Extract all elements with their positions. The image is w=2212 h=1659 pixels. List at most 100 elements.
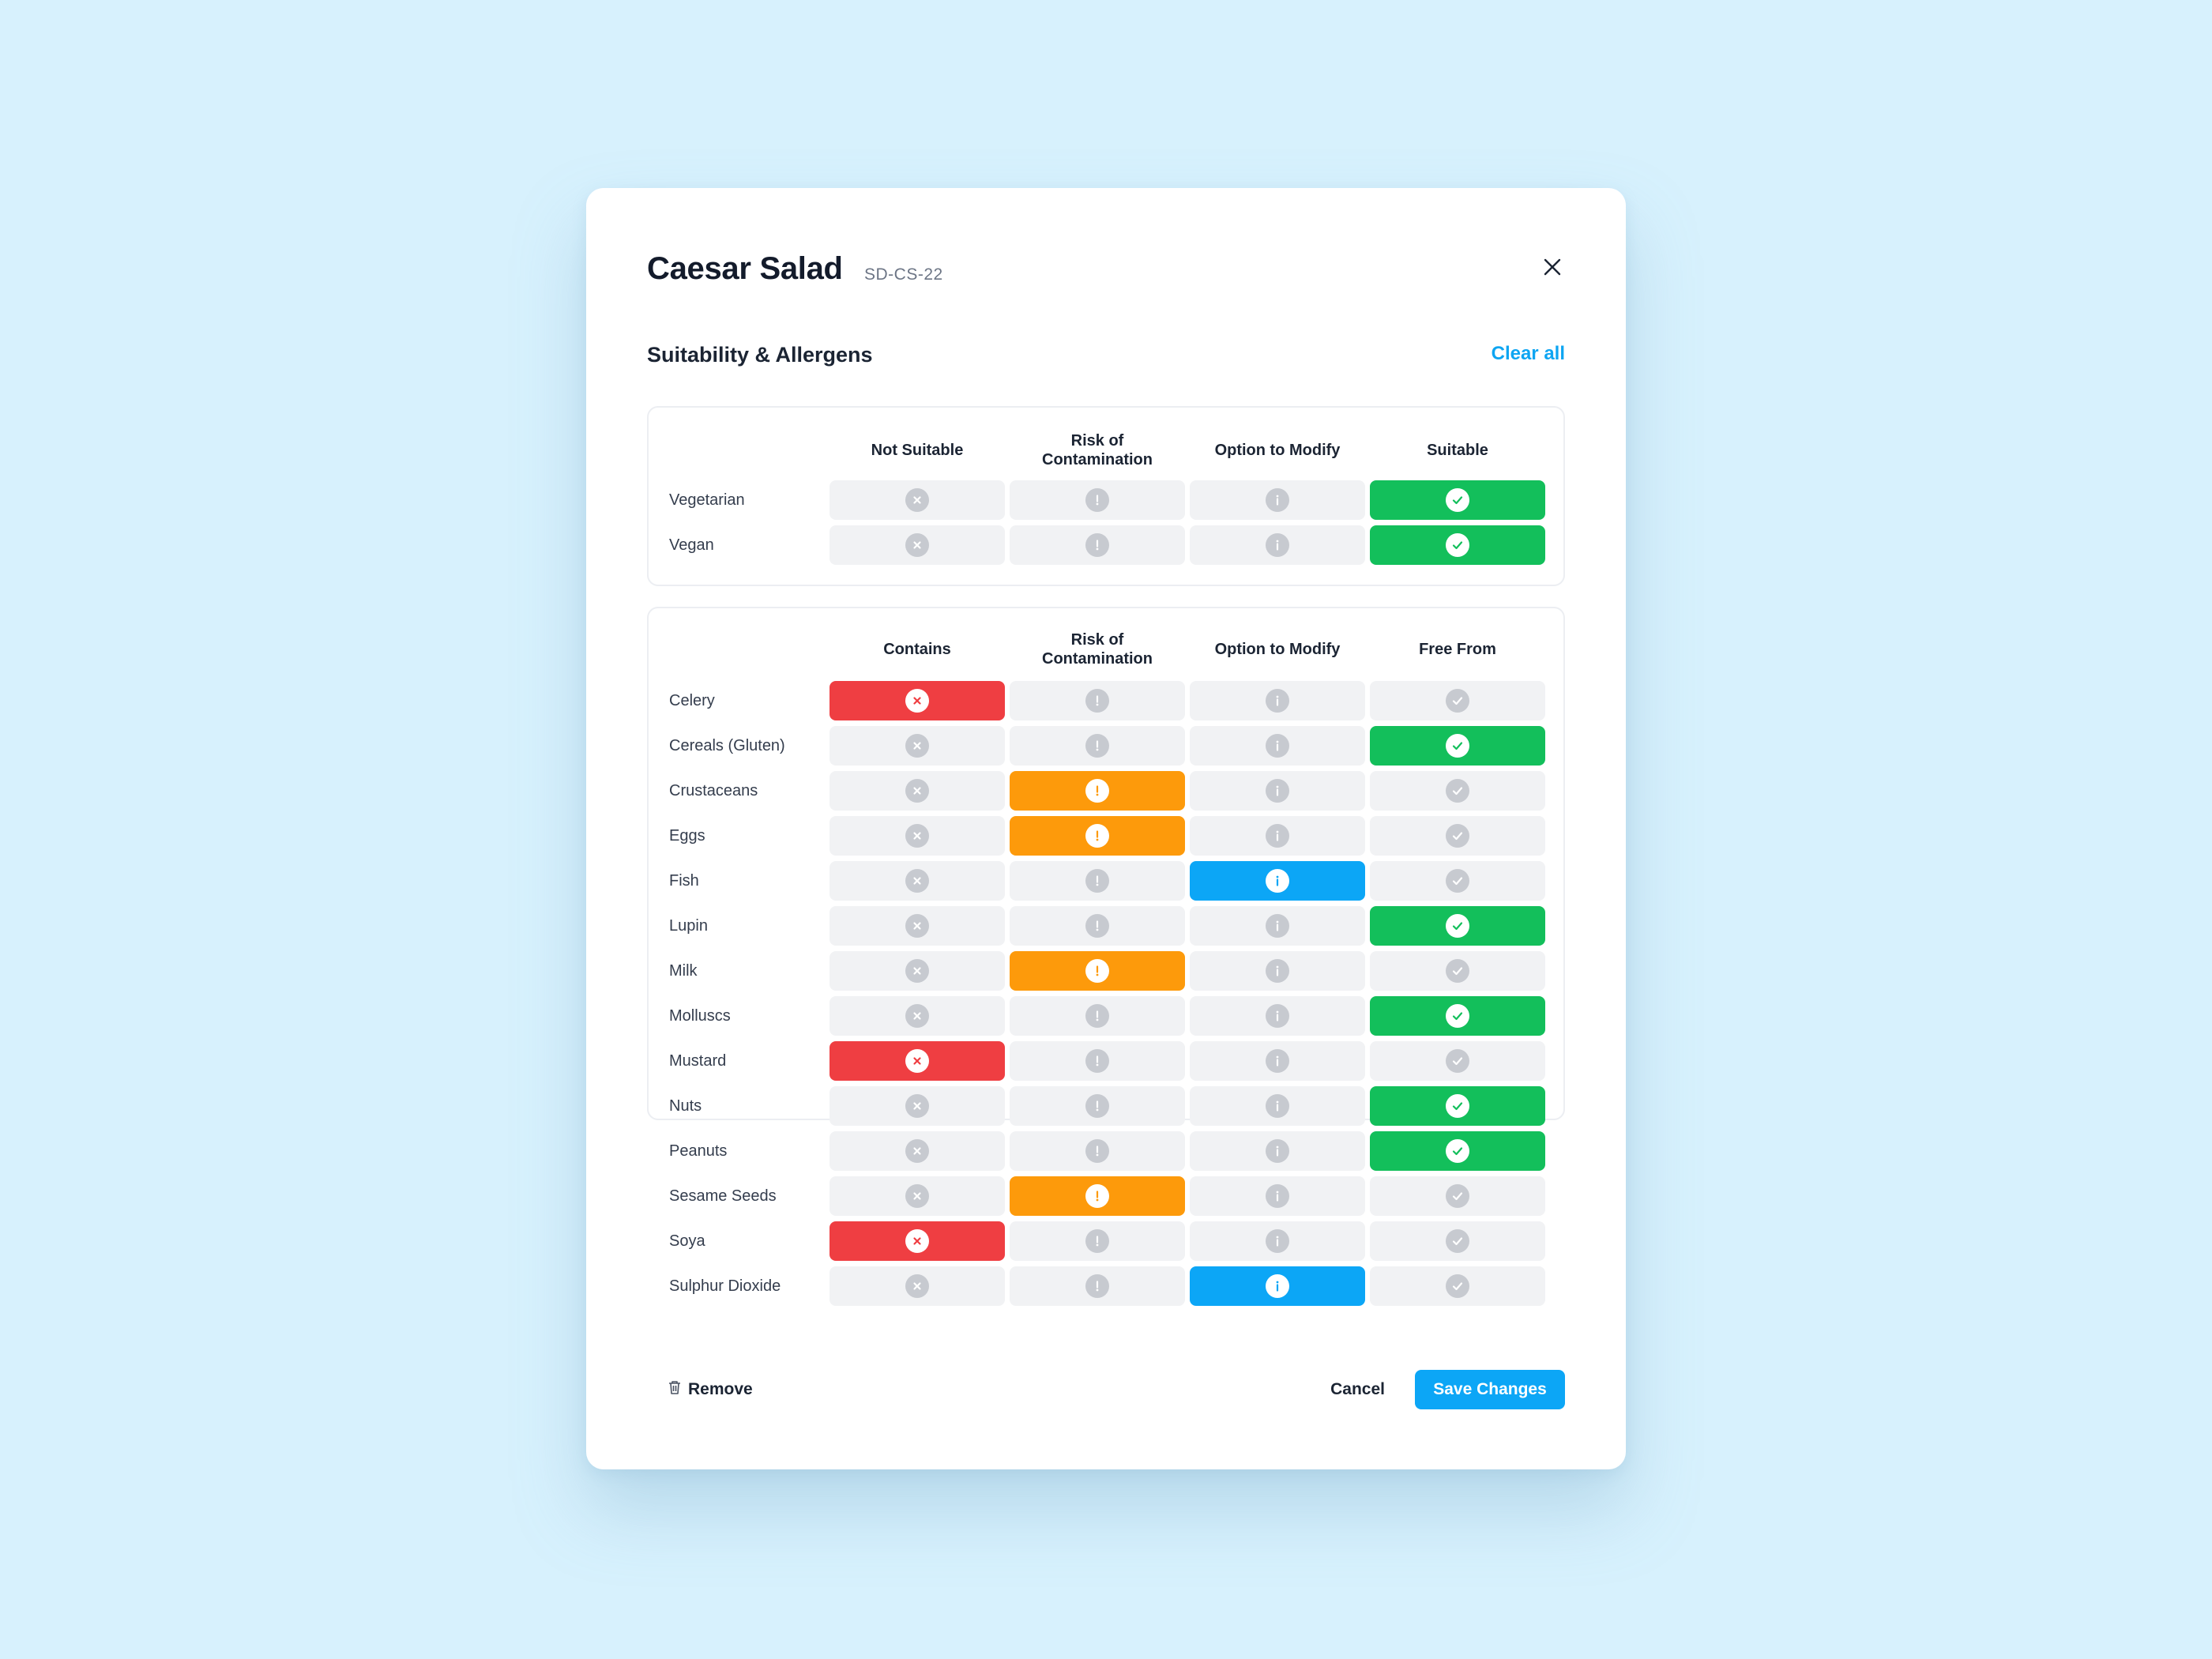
option-cell[interactable] (830, 771, 1005, 811)
option-cell[interactable] (1190, 861, 1365, 901)
option-cell[interactable] (830, 1086, 1005, 1126)
table-row: Crustaceans (649, 771, 1563, 811)
option-cell[interactable] (1190, 1176, 1365, 1216)
option-cell[interactable] (1010, 771, 1185, 811)
exclamation-icon (1085, 1274, 1109, 1298)
x-icon (905, 824, 929, 848)
option-cell[interactable] (830, 996, 1005, 1036)
option-cell[interactable] (1370, 1266, 1545, 1306)
remove-button[interactable]: Remove (668, 1370, 753, 1409)
option-cell[interactable] (830, 906, 1005, 946)
table-row: Sulphur Dioxide (649, 1266, 1563, 1306)
option-cell[interactable] (1370, 861, 1545, 901)
option-cell[interactable] (830, 1176, 1005, 1216)
save-changes-button[interactable]: Save Changes (1415, 1370, 1565, 1409)
option-cell[interactable] (1010, 525, 1185, 565)
option-cell[interactable] (1370, 906, 1545, 946)
option-cell[interactable] (1370, 726, 1545, 766)
option-cell[interactable] (1010, 906, 1185, 946)
option-cell[interactable] (1370, 771, 1545, 811)
dialog-title: Caesar Salad (647, 251, 843, 286)
option-cell[interactable] (1190, 525, 1365, 565)
x-icon (905, 1274, 929, 1298)
check-icon (1446, 734, 1469, 758)
option-cell[interactable] (1010, 861, 1185, 901)
x-icon (905, 533, 929, 557)
exclamation-icon (1085, 779, 1109, 803)
option-cell[interactable] (1190, 1266, 1365, 1306)
option-cell[interactable] (1190, 480, 1365, 520)
option-cell[interactable] (1370, 1221, 1545, 1261)
option-cell[interactable] (830, 1131, 1005, 1171)
option-cell[interactable] (1010, 726, 1185, 766)
check-icon (1446, 1004, 1469, 1028)
table-row: Fish (649, 861, 1563, 901)
option-cell[interactable] (1370, 1131, 1545, 1171)
option-cell[interactable] (1370, 525, 1545, 565)
option-cell[interactable] (1010, 996, 1185, 1036)
option-cell[interactable] (1010, 1041, 1185, 1081)
option-cell[interactable] (1010, 1176, 1185, 1216)
option-cell[interactable] (1010, 480, 1185, 520)
option-cell[interactable] (1010, 681, 1185, 720)
option-cell[interactable] (1190, 816, 1365, 856)
option-cell[interactable] (1190, 1131, 1365, 1171)
table-row: Milk (649, 951, 1563, 991)
option-cell[interactable] (1010, 1221, 1185, 1261)
column-header: Suitable (1427, 442, 1488, 459)
option-cell[interactable] (1010, 1086, 1185, 1126)
suitability-table: Not Suitable Risk of Contamination Option t… (647, 406, 1565, 586)
option-cell[interactable] (1190, 1221, 1365, 1261)
option-cell[interactable] (1370, 996, 1545, 1036)
option-cell[interactable] (830, 480, 1005, 520)
option-cell[interactable] (1190, 1086, 1365, 1126)
cancel-button[interactable]: Cancel (1330, 1370, 1385, 1409)
option-cell[interactable] (830, 681, 1005, 720)
option-cell[interactable] (1010, 816, 1185, 856)
check-icon (1446, 1229, 1469, 1253)
close-button[interactable] (1535, 251, 1570, 286)
option-cell[interactable] (830, 1041, 1005, 1081)
option-cell[interactable] (1370, 480, 1545, 520)
option-cell[interactable] (1010, 951, 1185, 991)
table-row: Nuts (649, 1086, 1563, 1126)
option-cell[interactable] (830, 525, 1005, 565)
option-cell[interactable] (1190, 951, 1365, 991)
row-label: Fish (669, 871, 699, 890)
option-cell[interactable] (1010, 1131, 1185, 1171)
remove-label: Remove (688, 1380, 753, 1398)
row-label: Vegan (669, 536, 714, 554)
option-cell[interactable] (1190, 681, 1365, 720)
option-cell[interactable] (830, 816, 1005, 856)
option-cell[interactable] (1010, 1266, 1185, 1306)
option-cell[interactable] (1190, 726, 1365, 766)
option-cell[interactable] (1370, 681, 1545, 720)
option-cell[interactable] (1190, 906, 1365, 946)
option-cell[interactable] (830, 1221, 1005, 1261)
option-cell[interactable] (1370, 951, 1545, 991)
allergen-dialog: Caesar Salad SD-CS-22 Suitability & Alle… (586, 188, 1626, 1469)
exclamation-icon (1085, 824, 1109, 848)
option-cell[interactable] (1370, 1176, 1545, 1216)
option-cell[interactable] (1190, 771, 1365, 811)
info-icon (1266, 914, 1289, 938)
option-cell[interactable] (830, 951, 1005, 991)
option-cell[interactable] (1370, 1086, 1545, 1126)
option-cell[interactable] (830, 1266, 1005, 1306)
info-icon (1266, 824, 1289, 848)
row-label: Molluscs (669, 1006, 731, 1025)
column-header: Free From (1419, 641, 1496, 658)
dialog-header: Caesar Salad SD-CS-22 (647, 251, 1565, 299)
x-icon (905, 914, 929, 938)
info-icon (1266, 1049, 1289, 1073)
option-cell[interactable] (1190, 1041, 1365, 1081)
row-label: Nuts (669, 1097, 702, 1115)
option-cell[interactable] (1370, 1041, 1545, 1081)
option-cell[interactable] (830, 726, 1005, 766)
option-cell[interactable] (1370, 816, 1545, 856)
dialog-footer: Remove Cancel Save Changes (647, 1370, 1565, 1409)
option-cell[interactable] (830, 861, 1005, 901)
option-cell[interactable] (1190, 996, 1365, 1036)
close-icon (1543, 258, 1562, 280)
clear-all-link[interactable]: Clear all (1492, 343, 1565, 365)
